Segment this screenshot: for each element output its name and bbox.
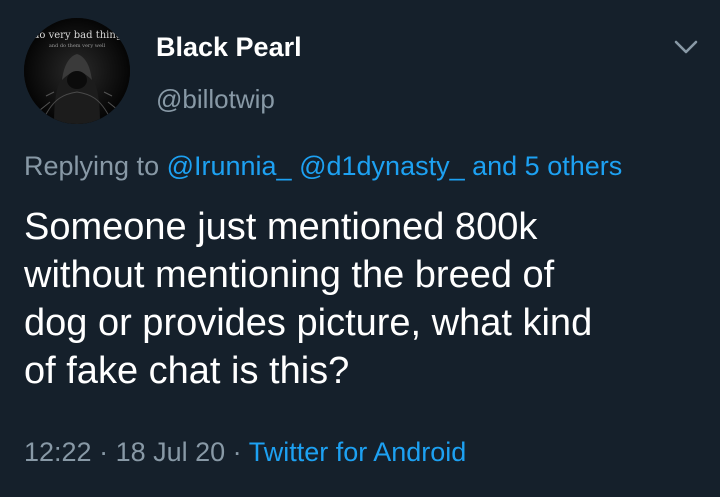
tweet-text-line: of fake chat is this? [24, 350, 350, 392]
tweet-time[interactable]: 12:22 [24, 437, 92, 467]
author-display-name[interactable]: Black Pearl [156, 32, 302, 63]
tweet-text: Someone just mentioned 800k without ment… [24, 203, 699, 395]
meta-separator: · [225, 437, 249, 467]
avatar-image: i do very bad things and do them very we… [24, 18, 130, 124]
chevron-down-icon[interactable] [672, 36, 700, 58]
tweet-text-line: dog or provides picture, what kind [24, 302, 593, 344]
mention-link-1[interactable]: @Irunnia_ [167, 151, 292, 181]
avatar[interactable]: i do very bad things and do them very we… [24, 18, 130, 124]
tweet-date[interactable]: 18 Jul 20 [116, 437, 226, 467]
others-link[interactable]: and 5 others [472, 151, 622, 181]
tweet-meta: 12:22 · 18 Jul 20 · Twitter for Android [24, 437, 466, 468]
avatar-subcaption: and do them very well [49, 43, 106, 49]
tweet-text-line: Someone just mentioned 800k [24, 206, 538, 248]
author-handle[interactable]: @billotwip [156, 84, 275, 115]
tweet-source-link[interactable]: Twitter for Android [249, 437, 467, 467]
reply-context: Replying to @Irunnia_ @d1dynasty_ and 5 … [24, 151, 622, 182]
tweet-text-line: without mentioning the breed of [24, 254, 555, 296]
mention-link-2[interactable]: @d1dynasty_ [299, 151, 465, 181]
reply-prefix: Replying to [24, 151, 167, 181]
meta-separator: · [91, 437, 116, 467]
tweet: i do very bad things and do them very we… [0, 0, 720, 497]
avatar-caption: i do very bad things [27, 30, 128, 41]
